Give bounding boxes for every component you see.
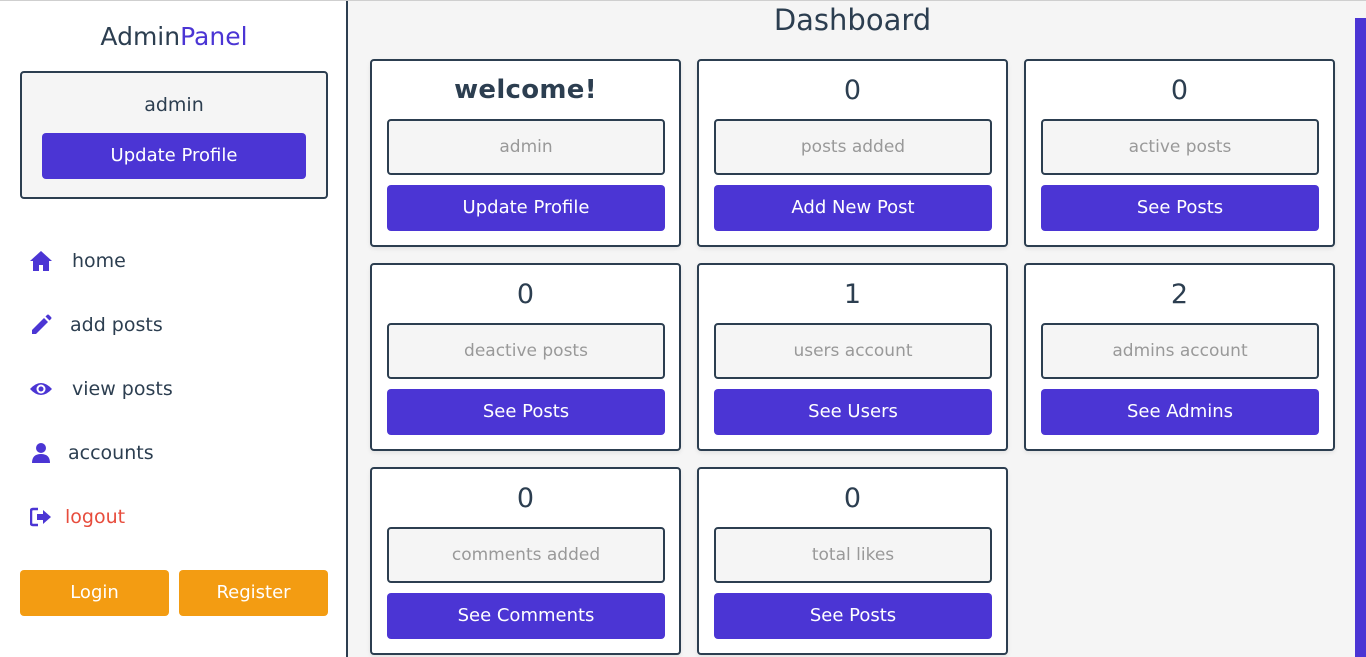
logo-text: Admin: [100, 22, 181, 51]
card-description: total likes: [714, 527, 992, 583]
card-comments-added: 0 comments added See Comments: [370, 467, 681, 655]
card-description: comments added: [387, 527, 665, 583]
card-count: 0: [843, 483, 862, 514]
nav-item-view-posts[interactable]: view posts: [28, 373, 173, 405]
user-icon: [28, 440, 54, 466]
update-profile-button[interactable]: Update Profile: [42, 133, 306, 179]
nav-item-logout[interactable]: logout: [28, 501, 125, 533]
pencil-icon: [28, 312, 54, 338]
sidebar: AdminPanel admin Update Profile home add…: [0, 1, 348, 657]
nav-item-add-posts[interactable]: add posts: [28, 309, 163, 341]
card-count: 1: [843, 279, 862, 310]
profile-box: admin Update Profile: [20, 71, 328, 199]
card-total-likes: 0 total likes See Posts: [697, 467, 1008, 655]
card-posts-added: 0 posts added Add New Post: [697, 59, 1008, 247]
page-title: Dashboard: [773, 3, 932, 37]
card-deactive-posts: 0 deactive posts See Posts: [370, 263, 681, 451]
card-description: users account: [714, 323, 992, 379]
card-count: 0: [516, 483, 535, 514]
card-count: 0: [843, 75, 862, 106]
eye-icon: [28, 376, 54, 402]
login-button[interactable]: Login: [20, 570, 169, 616]
card-count: welcome!: [454, 75, 597, 105]
card-active-posts: 0 active posts See Posts: [1024, 59, 1335, 247]
card-description: deactive posts: [387, 323, 665, 379]
card-count: 2: [1170, 279, 1189, 310]
card-welcome: welcome! admin Update Profile: [370, 59, 681, 247]
sign-out-icon: [28, 504, 54, 530]
card-description: admins account: [1041, 323, 1319, 379]
card-description: posts added: [714, 119, 992, 175]
see-users-button[interactable]: See Users: [714, 389, 992, 435]
see-comments-button[interactable]: See Comments: [387, 593, 665, 639]
card-description: admin: [387, 119, 665, 175]
nav-item-label: accounts: [68, 442, 154, 464]
nav-item-label: view posts: [72, 378, 173, 400]
card-admins-account: 2 admins account See Admins: [1024, 263, 1335, 451]
card-users-account: 1 users account See Users: [697, 263, 1008, 451]
see-posts-button[interactable]: See Posts: [387, 389, 665, 435]
card-count: 0: [1170, 75, 1189, 106]
nav-item-label: logout: [65, 506, 126, 528]
see-admins-button[interactable]: See Admins: [1041, 389, 1319, 435]
profile-name: admin: [144, 94, 204, 116]
register-button[interactable]: Register: [179, 570, 328, 616]
scrollbar[interactable]: [1355, 18, 1366, 657]
nav-item-label: add posts: [70, 314, 163, 336]
see-posts-button[interactable]: See Posts: [714, 593, 992, 639]
see-posts-button[interactable]: See Posts: [1041, 185, 1319, 231]
logo[interactable]: AdminPanel: [0, 22, 348, 51]
card-description: active posts: [1041, 119, 1319, 175]
nav-item-label: home: [72, 250, 126, 272]
card-count: 0: [516, 279, 535, 310]
add-new-post-button[interactable]: Add New Post: [714, 185, 992, 231]
home-icon: [28, 248, 54, 274]
nav-item-home[interactable]: home: [28, 245, 126, 277]
nav-item-accounts[interactable]: accounts: [28, 437, 154, 469]
logo-accent-text: Panel: [180, 22, 248, 51]
update-profile-button[interactable]: Update Profile: [387, 185, 665, 231]
